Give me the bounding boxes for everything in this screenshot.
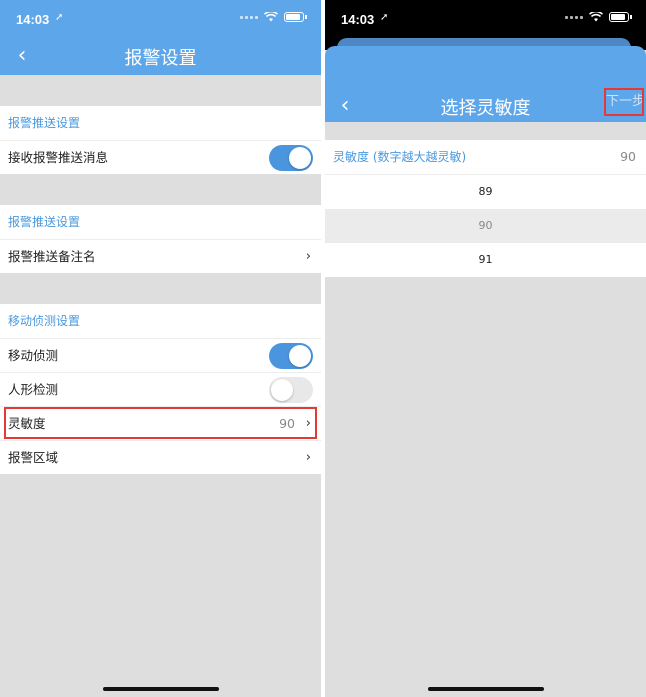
sensitivity-value: 90 (279, 416, 295, 431)
toggle-knob (289, 345, 311, 367)
row-motion-detect: 移动侦测 (0, 338, 321, 372)
section-title: 报警推送设置 (8, 215, 81, 229)
status-time: 14:03 (16, 12, 50, 27)
battery-icon (609, 12, 629, 22)
page-title: 报警设置 (124, 48, 197, 69)
location-arrow-icon: ➚ (55, 12, 64, 23)
section-title: 移动侦测设置 (8, 314, 81, 328)
row-label: 人形检测 (8, 382, 59, 397)
toggle-knob (289, 147, 311, 169)
select-sensitivity-screen: 14:03 ➚ ‹ 选择灵敏度 下一步 灵敏度 (数字越大越灵敏) 90 89 … (325, 0, 646, 697)
row-sensitivity[interactable]: 灵敏度 90 › (0, 406, 321, 440)
chevron-right-icon: › (305, 249, 311, 264)
row-label: 报警推送备注名 (8, 249, 96, 264)
battery-icon (284, 12, 304, 22)
section-motion: 移动侦测设置 移动侦测 人形检测 灵敏度 90 › 报警区域 › (0, 304, 321, 474)
motion-detect-toggle[interactable] (269, 343, 313, 369)
chevron-right-icon: › (305, 416, 311, 431)
row-label: 接收报警推送消息 (8, 150, 109, 165)
status-icons (565, 12, 632, 22)
row-push-remark[interactable]: 报警推送备注名 › (0, 239, 321, 273)
sensitivity-current-value: 90 (620, 149, 636, 164)
row-receive-push: 接收报警推送消息 (0, 140, 321, 174)
battery-tip (305, 15, 307, 19)
row-alarm-area[interactable]: 报警区域 › (0, 440, 321, 474)
toggle-knob (271, 379, 293, 401)
signal-icon (240, 15, 258, 19)
wifi-icon (589, 12, 603, 22)
section-push: 报警推送设置 接收报警推送消息 (0, 106, 321, 174)
next-step-button[interactable]: 下一步 (604, 88, 644, 116)
status-icons (240, 12, 307, 22)
section-push-remark: 报警推送设置 报警推送备注名 › (0, 205, 321, 273)
alarm-settings-screen: 14:03 ➚ ‹ 报警设置 报警推送设置 接收报警推送消息 报警推送设置 报警… (0, 0, 321, 697)
sensitivity-option[interactable]: 89 (325, 175, 646, 209)
sensitivity-header-label: 灵敏度 (数字越大越灵敏) (333, 150, 467, 164)
sensitivity-option[interactable]: 91 (325, 243, 646, 277)
receive-push-toggle[interactable] (269, 145, 313, 171)
nav-bar: 14:03 ➚ ‹ 报警设置 (0, 0, 321, 75)
location-arrow-icon: ➚ (380, 12, 389, 23)
modal-nav-bar: ‹ 选择灵敏度 下一步 (325, 46, 646, 122)
row-label: 灵敏度 (8, 416, 46, 431)
sensitivity-header: 灵敏度 (数字越大越灵敏) 90 (325, 140, 646, 175)
row-human-detect: 人形检测 (0, 372, 321, 406)
page-title: 选择灵敏度 (440, 98, 531, 119)
section-title: 报警推送设置 (8, 116, 81, 130)
row-label: 移动侦测 (8, 348, 59, 363)
home-indicator[interactable] (427, 687, 544, 691)
sensitivity-option-selected[interactable]: 90 (325, 209, 646, 243)
battery-tip (630, 15, 632, 19)
wifi-icon (264, 12, 278, 22)
signal-icon (565, 15, 583, 19)
status-time: 14:03 (341, 12, 375, 27)
row-label: 报警区域 (8, 450, 59, 465)
sensitivity-list: 灵敏度 (数字越大越灵敏) 90 89 90 91 (325, 140, 646, 277)
chevron-right-icon: › (305, 450, 311, 465)
home-indicator[interactable] (102, 687, 219, 691)
human-detect-toggle[interactable] (269, 377, 313, 403)
